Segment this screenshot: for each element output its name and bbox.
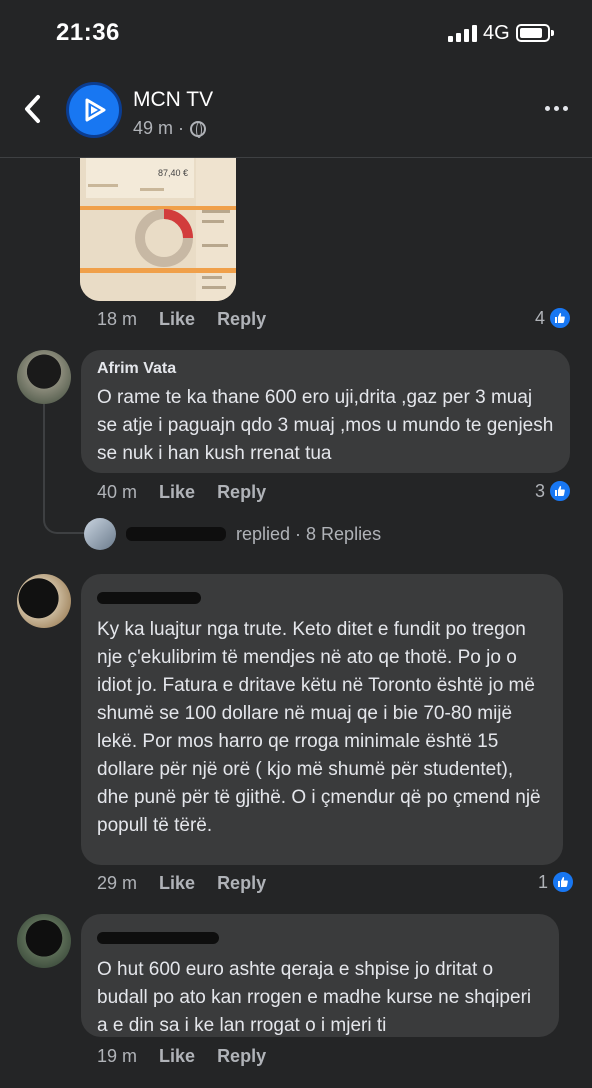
comment-bubble: O hut 600 euro ashte qeraja e shpise jo … xyxy=(81,914,559,1037)
reply-avatar xyxy=(84,518,116,550)
comment-image-attachment[interactable]: 87,40 € xyxy=(80,158,236,301)
reply-button[interactable]: Reply xyxy=(217,482,266,503)
comment-text: Ky ka luajtur nga trute. Keto ditet e fu… xyxy=(97,619,541,836)
comment-time: 40 m xyxy=(97,482,138,502)
thread-line xyxy=(43,404,85,534)
comment-actions: 19 m Like Reply xyxy=(97,1046,266,1067)
view-replies-link[interactable]: replied · 8 Replies xyxy=(84,518,381,550)
thumbs-up-icon xyxy=(552,871,575,893)
reaction-count[interactable]: 3 xyxy=(535,480,572,502)
reply-button[interactable]: Reply xyxy=(217,309,266,330)
like-button[interactable]: Like xyxy=(159,309,195,330)
comment-bubble: Afrim Vata O rame te ka thane 600 ero uj… xyxy=(81,350,570,473)
status-bar: 21:36 4G xyxy=(0,0,592,66)
thumbs-up-icon xyxy=(549,480,572,502)
post-header: MCN TV 49 m · xyxy=(0,66,592,158)
reaction-number: 1 xyxy=(538,871,549,892)
comment-text: O hut 600 euro ashte qeraja e shpise jo … xyxy=(97,959,532,1036)
reaction-count[interactable]: 1 xyxy=(538,871,575,893)
like-button[interactable]: Like xyxy=(159,1046,195,1067)
redacted-author[interactable] xyxy=(97,592,201,604)
post-time: 49 m · xyxy=(133,118,185,138)
page-name[interactable]: MCN TV xyxy=(133,88,213,112)
reaction-number: 3 xyxy=(535,480,546,501)
reply-button[interactable]: Reply xyxy=(217,1046,266,1067)
play-logo-icon xyxy=(85,98,106,122)
redacted-author[interactable] xyxy=(97,932,219,944)
status-time: 21:36 xyxy=(56,19,120,46)
back-button[interactable] xyxy=(22,94,44,124)
comment-text: O rame te ka thane 600 ero uji,drita ,ga… xyxy=(97,387,554,464)
thumbs-up-icon xyxy=(549,307,572,329)
redacted-name xyxy=(126,527,226,541)
reply-button[interactable]: Reply xyxy=(217,873,266,894)
more-options-button[interactable] xyxy=(545,106,568,111)
battery-icon xyxy=(516,24,554,42)
comment-actions: 29 m Like Reply xyxy=(97,873,266,894)
network-type: 4G xyxy=(483,22,510,44)
comment-author[interactable]: Afrim Vata xyxy=(97,360,554,378)
replies-text: replied · 8 Replies xyxy=(236,523,382,544)
like-button[interactable]: Like xyxy=(159,873,195,894)
page-avatar[interactable] xyxy=(66,82,122,138)
post-meta: 49 m · xyxy=(133,118,207,139)
comment-time: 29 m xyxy=(97,873,138,893)
commenter-avatar[interactable] xyxy=(17,914,71,968)
reaction-count[interactable]: 4 xyxy=(535,307,572,329)
commenter-avatar[interactable] xyxy=(17,350,71,404)
invoice-amount: 87,40 € xyxy=(158,168,188,178)
commenter-avatar[interactable] xyxy=(17,574,71,628)
invoice-image: 87,40 € xyxy=(80,158,236,301)
chevron-left-icon xyxy=(25,95,40,123)
comment-actions: 40 m Like Reply xyxy=(97,482,266,503)
comment-actions: 18 m Like Reply xyxy=(97,309,266,330)
comment-bubble: Ky ka luajtur nga trute. Keto ditet e fu… xyxy=(81,574,563,865)
reaction-number: 4 xyxy=(535,307,546,328)
signal-icon xyxy=(448,24,477,42)
comment-time: 18 m xyxy=(97,309,138,329)
comment-time: 19 m xyxy=(97,1046,138,1066)
like-button[interactable]: Like xyxy=(159,482,195,503)
globe-icon xyxy=(190,120,207,138)
